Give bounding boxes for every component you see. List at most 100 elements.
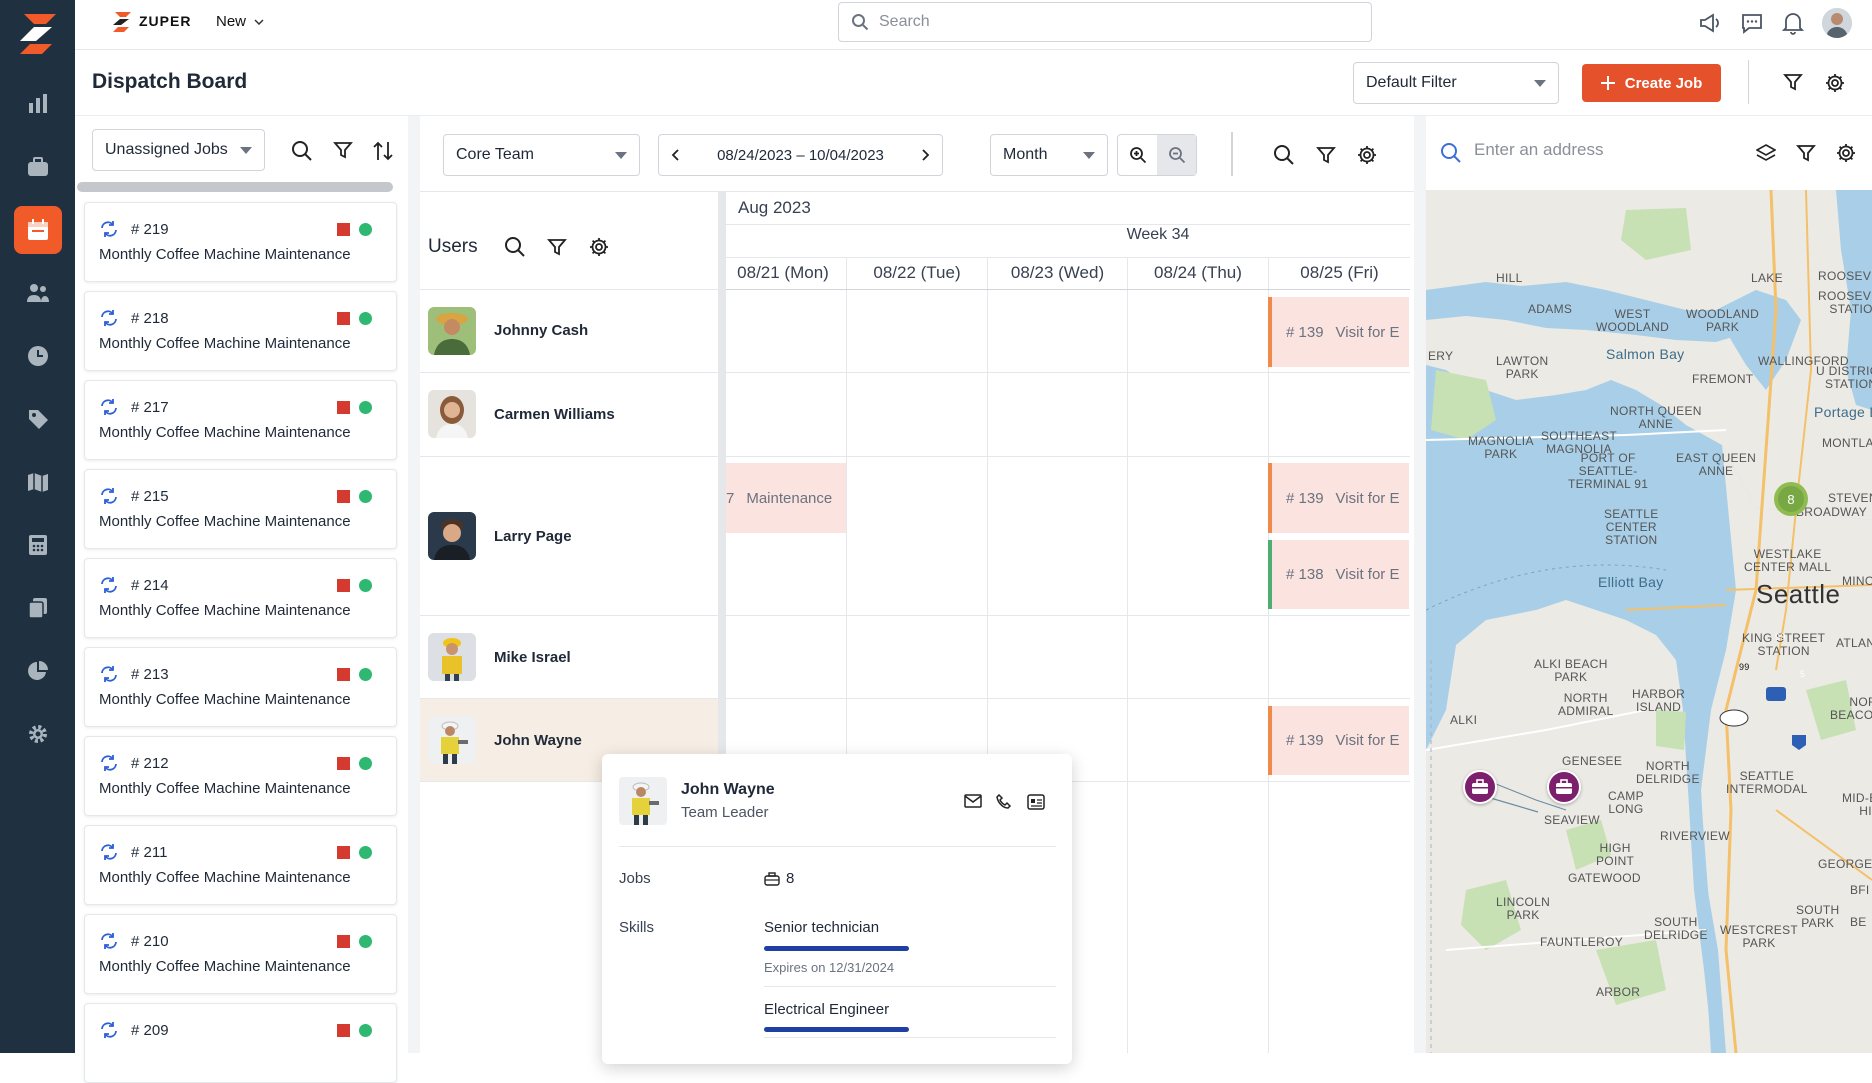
search-icon[interactable] <box>1273 144 1295 166</box>
global-search[interactable] <box>838 2 1372 42</box>
job-cluster-marker[interactable]: 8 <box>1774 482 1808 516</box>
caret-down-icon <box>1083 151 1095 159</box>
user-row-carmen-williams[interactable]: Carmen Williams <box>420 373 718 457</box>
address-search-input[interactable] <box>1474 140 1714 160</box>
event-id: # 139 <box>1286 732 1324 749</box>
jobs-briefcase-icon[interactable] <box>14 143 62 191</box>
timesheet-clock-icon[interactable] <box>14 332 62 380</box>
job-event[interactable]: 7 Maintenance <box>726 463 846 533</box>
job-briefcase-pin-icon[interactable] <box>1463 770 1497 804</box>
settings-gear-icon[interactable] <box>1824 72 1846 94</box>
user-row-johnny-cash[interactable]: Johnny Cash <box>420 290 718 373</box>
job-card[interactable]: # 210 Monthly Coffee Machine Maintenance <box>84 914 397 994</box>
default-filter-select[interactable]: Default Filter <box>1353 62 1559 104</box>
default-filter-value: Default Filter <box>1366 74 1457 91</box>
chat-icon[interactable] <box>1740 11 1764 35</box>
status-dot <box>359 668 372 681</box>
job-id: # 215 <box>131 488 169 505</box>
user-row-larry-page[interactable]: Larry Page <box>420 457 718 616</box>
sort-icon[interactable] <box>372 140 394 162</box>
new-menu-button[interactable]: New <box>216 13 264 30</box>
reports-icon[interactable] <box>14 80 62 128</box>
job-card[interactable]: # 212 Monthly Coffee Machine Maintenance <box>84 736 397 816</box>
chevron-right-icon[interactable] <box>922 149 930 161</box>
popup-divider <box>764 1037 1056 1038</box>
settings-gear-icon[interactable] <box>14 710 62 758</box>
email-icon[interactable] <box>964 794 982 808</box>
priority-flag <box>337 935 350 948</box>
job-card[interactable]: # 219 Monthly Coffee Machine Maintenance <box>84 202 397 282</box>
view-select[interactable]: Month <box>990 134 1108 176</box>
documents-icon[interactable] <box>14 584 62 632</box>
create-job-button[interactable]: Create Job <box>1582 64 1721 102</box>
job-card[interactable]: # 214 Monthly Coffee Machine Maintenance <box>84 558 397 638</box>
dispatch-calendar-icon[interactable] <box>14 206 62 254</box>
brand-logo[interactable]: ZUPER <box>111 10 191 32</box>
search-icon[interactable] <box>291 140 313 162</box>
notification-bell-icon[interactable] <box>1782 11 1804 35</box>
search-icon[interactable] <box>504 236 526 258</box>
filter-icon[interactable] <box>547 237 567 257</box>
job-id: # 214 <box>131 577 169 594</box>
filter-icon[interactable] <box>1316 145 1336 165</box>
brand-wordmark: ZUPER <box>139 13 192 29</box>
settings-gear-icon[interactable] <box>1835 142 1857 164</box>
map-label: SOUTH PARK <box>1796 903 1840 930</box>
announcement-megaphone-icon[interactable] <box>1698 11 1722 35</box>
user-avatar[interactable] <box>1822 8 1852 38</box>
team-select[interactable]: Core Team <box>443 134 640 176</box>
job-title: Monthly Coffee Machine Maintenance <box>99 691 351 708</box>
recurring-icon <box>101 1022 117 1038</box>
invoice-calculator-icon[interactable] <box>14 521 62 569</box>
unassigned-jobs-select[interactable]: Unassigned Jobs <box>92 129 265 171</box>
map-canvas[interactable]: HILL ADAMS WEST WOODLAND Woodland Park LAKE R… <box>1426 190 1872 1053</box>
recurring-icon <box>101 310 117 326</box>
chevron-left-icon[interactable] <box>671 149 679 161</box>
job-card[interactable]: # 211 Monthly Coffee Machine Maintenance <box>84 825 397 905</box>
horizontal-scrollbar[interactable] <box>77 182 393 192</box>
contact-card-icon[interactable] <box>1027 794 1045 810</box>
job-card[interactable]: # 218 Monthly Coffee Machine Maintenance <box>84 291 397 371</box>
tag-icon[interactable] <box>14 395 62 443</box>
map-splitter[interactable] <box>1414 116 1426 1053</box>
status-dot <box>359 223 372 236</box>
settings-gear-icon[interactable] <box>588 236 610 258</box>
map-label: Camp Long <box>1608 789 1644 816</box>
map-label: ATLANTI <box>1836 636 1872 650</box>
zoom-in-button[interactable] <box>1118 135 1157 175</box>
filter-icon[interactable] <box>1783 72 1803 92</box>
priority-flag <box>337 490 350 503</box>
job-id: # 213 <box>131 666 169 683</box>
settings-gear-icon[interactable] <box>1356 144 1378 166</box>
job-card[interactable]: # 209 <box>84 1003 397 1083</box>
job-card[interactable]: # 215 Monthly Coffee Machine Maintenance <box>84 469 397 549</box>
map-label: Magnolia Park <box>1468 434 1534 461</box>
job-event[interactable]: # 139 Visit for E <box>1268 463 1409 533</box>
zoom-controls <box>1117 134 1197 176</box>
filter-icon[interactable] <box>333 140 353 160</box>
panel-splitter[interactable] <box>408 116 420 1053</box>
event-id: 7 <box>726 489 735 507</box>
job-event[interactable]: # 139 Visit for E <box>1268 706 1409 775</box>
users-icon[interactable] <box>14 269 62 317</box>
date-range-value[interactable]: 08/24/2023 – 10/04/2023 <box>717 147 884 164</box>
job-card[interactable]: # 217 Monthly Coffee Machine Maintenance <box>84 380 397 460</box>
job-event[interactable]: # 139 Visit for E <box>1268 297 1409 367</box>
zuper-logo-icon[interactable] <box>16 10 60 54</box>
map-icon[interactable] <box>14 458 62 506</box>
layers-icon[interactable] <box>1756 144 1776 162</box>
job-card[interactable]: # 213 Monthly Coffee Machine Maintenance <box>84 647 397 727</box>
recurring-icon <box>101 577 117 593</box>
map-label: FAUNTLEROY <box>1540 935 1624 949</box>
filter-icon[interactable] <box>1796 143 1816 163</box>
global-search-input[interactable] <box>879 13 1339 31</box>
job-briefcase-pin-icon[interactable] <box>1547 770 1581 804</box>
zoom-out-button[interactable] <box>1157 135 1196 175</box>
priority-flag <box>337 1024 350 1037</box>
phone-icon[interactable] <box>996 794 1012 810</box>
recurring-icon <box>101 221 117 237</box>
skill-expiry: Expires on 12/31/2024 <box>764 960 895 975</box>
user-row-mike-israel[interactable]: Mike Israel <box>420 616 718 699</box>
job-event[interactable]: # 138 Visit for E <box>1268 540 1409 609</box>
analytics-pie-icon[interactable] <box>14 647 62 695</box>
